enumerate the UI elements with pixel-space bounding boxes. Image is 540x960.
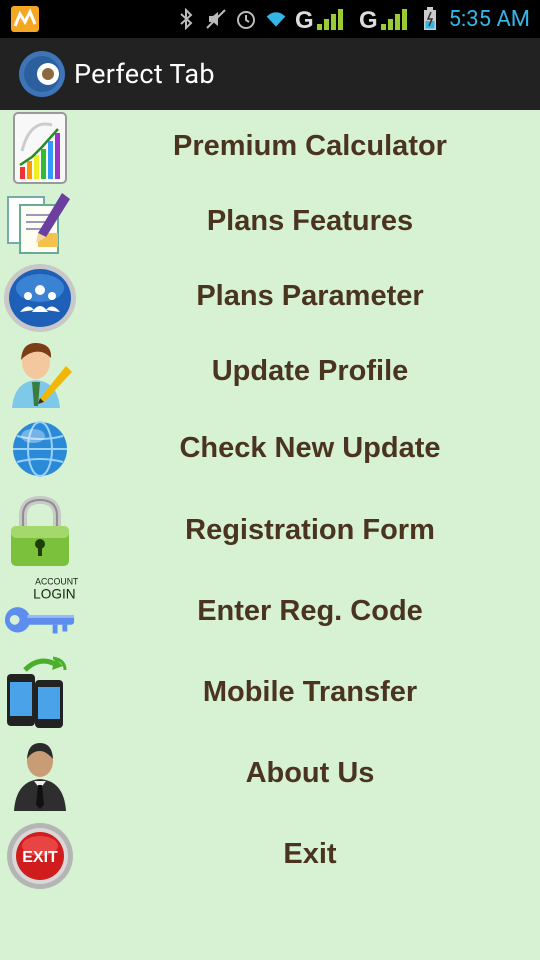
signal-g-icon: G: [295, 7, 351, 32]
svg-text:EXIT: EXIT: [22, 849, 58, 866]
chart-calculator-icon: [2, 110, 78, 186]
menu-item-about-us[interactable]: About Us: [0, 737, 540, 813]
battery-icon: [423, 7, 437, 30]
user-pencil-icon: [2, 335, 78, 411]
status-clock: 5:35 AM: [448, 6, 530, 32]
main-menu: Premium Calculator Plans Features Plans …: [0, 110, 540, 960]
menu-label: Plans Parameter: [196, 280, 424, 312]
notification-app-icon: [10, 5, 40, 33]
people-globe-icon: [2, 260, 78, 336]
menu-item-plans-parameter[interactable]: Plans Parameter: [0, 260, 540, 336]
status-bar: G G 5:35 AM: [0, 0, 540, 38]
alarm-icon: [235, 8, 257, 30]
menu-label: Check New Update: [179, 432, 441, 464]
documents-pencil-icon: [2, 186, 78, 262]
globe-icon: [2, 411, 78, 487]
menu-label: Exit: [283, 838, 337, 870]
menu-label: Enter Reg. Code: [197, 595, 423, 627]
app-title: Perfect Tab: [74, 58, 215, 90]
menu-label: About Us: [245, 757, 375, 789]
mute-icon: [205, 8, 227, 30]
menu-label: Plans Features: [206, 205, 414, 237]
menu-label: Mobile Transfer: [202, 676, 418, 708]
svg-text:G: G: [359, 7, 378, 32]
menu-item-registration-form[interactable]: Registration Form: [0, 494, 540, 570]
menu-label: Premium Calculator: [173, 130, 447, 162]
svg-text:LOGIN: LOGIN: [33, 586, 75, 601]
businessman-icon: [2, 737, 78, 813]
menu-item-plans-features[interactable]: Plans Features: [0, 186, 540, 262]
phone-transfer-icon: [2, 656, 78, 732]
menu-item-check-new-update[interactable]: Check New Update: [0, 411, 540, 487]
account-login-key-icon: ACCOUNT LOGIN: [2, 575, 78, 651]
signal-g2-icon: G: [359, 7, 415, 32]
menu-item-enter-reg-code[interactable]: ACCOUNT LOGIN Enter Reg. Code: [0, 575, 540, 651]
exit-button-icon: EXIT: [2, 818, 78, 894]
menu-item-exit[interactable]: EXIT Exit: [0, 818, 540, 894]
perfect-tab-logo[interactable]: [18, 50, 66, 98]
menu-label: Registration Form: [185, 514, 435, 546]
menu-item-update-profile[interactable]: Update Profile: [0, 335, 540, 411]
wifi-icon: [265, 8, 287, 30]
menu-item-premium-calculator[interactable]: Premium Calculator: [0, 110, 540, 186]
bluetooth-icon: [175, 8, 197, 30]
menu-label: Update Profile: [211, 355, 409, 387]
action-bar: Perfect Tab: [0, 38, 540, 110]
menu-item-mobile-transfer[interactable]: Mobile Transfer: [0, 656, 540, 732]
svg-text:ACCOUNT: ACCOUNT: [35, 577, 78, 587]
padlock-icon: [2, 494, 78, 570]
svg-text:G: G: [295, 7, 314, 32]
